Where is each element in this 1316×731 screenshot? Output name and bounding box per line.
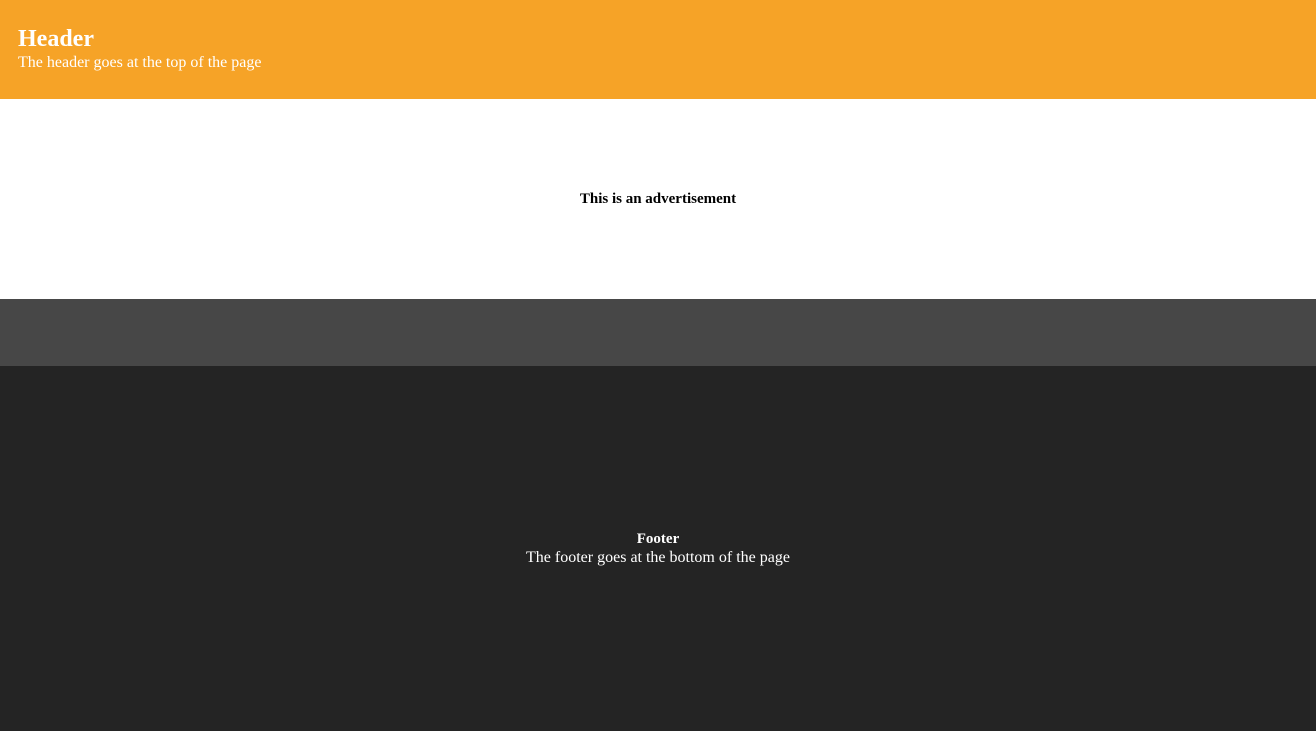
navigation-bar: [0, 299, 1316, 366]
header-title: Header: [18, 26, 94, 52]
advertisement-text: This is an advertisement: [579, 190, 737, 207]
footer-title: Footer: [636, 530, 680, 547]
page-footer: Footer The footer goes at the bottom of …: [0, 366, 1316, 731]
advertisement-banner[interactable]: This is an advertisement: [0, 99, 1316, 299]
footer-subtitle: The footer goes at the bottom of the pag…: [526, 548, 790, 566]
page: Header The header goes at the top of the…: [0, 0, 1316, 731]
page-header: Header The header goes at the top of the…: [0, 0, 1316, 99]
header-subtitle: The header goes at the top of the page: [18, 54, 262, 71]
